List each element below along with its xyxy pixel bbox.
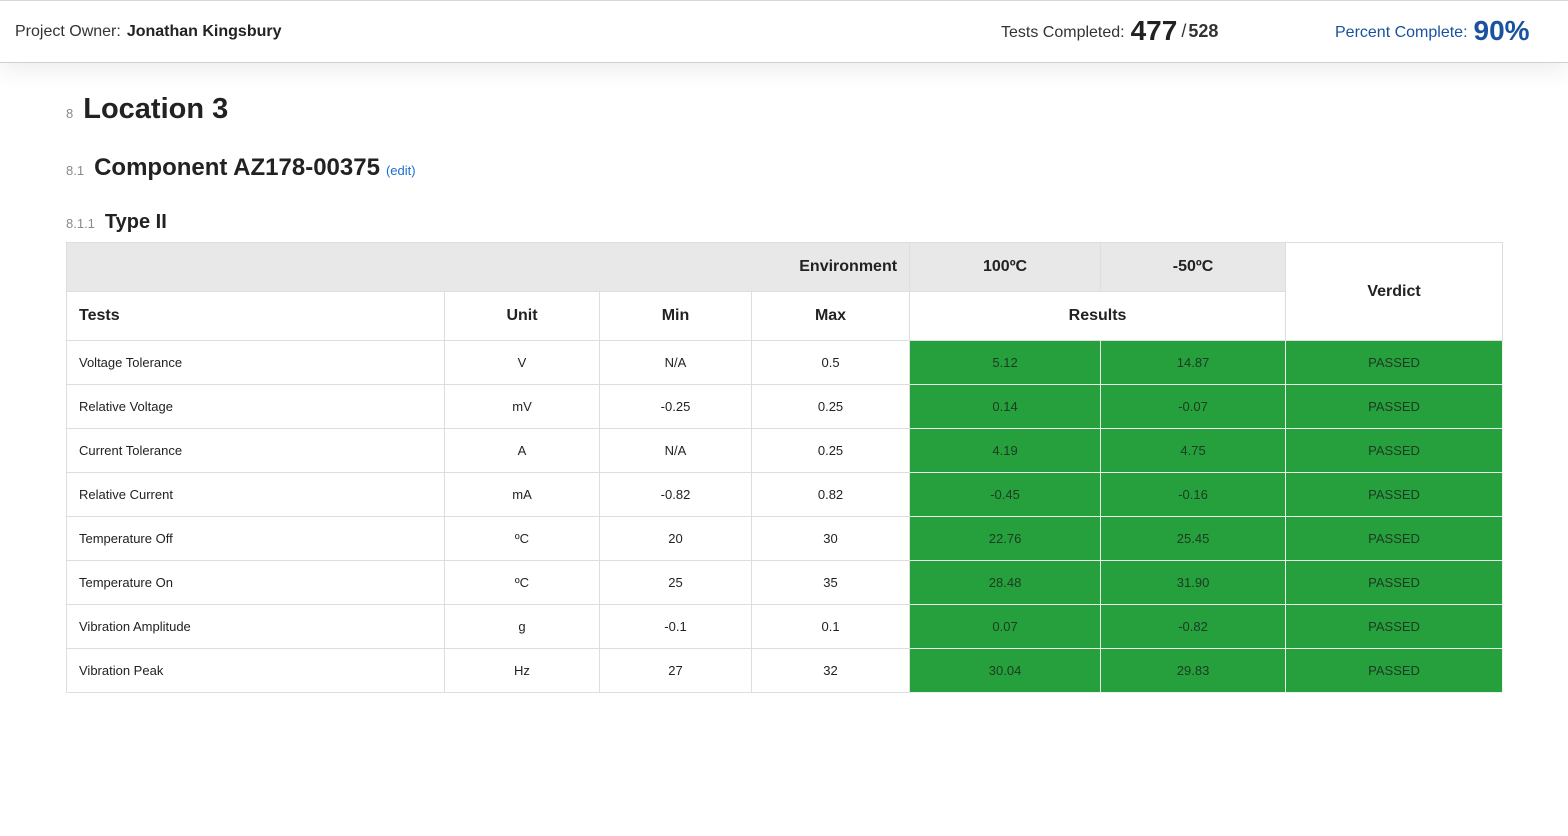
environment-row: Environment 100ºC -50ºC Verdict: [65, 242, 1504, 341]
environment-label: Environment: [65, 242, 911, 292]
min-cell: -0.25: [599, 384, 752, 429]
test-name: Relative Voltage: [66, 384, 445, 429]
table-row: Temperature Off ºC 20 30 22.76 25.45 PAS…: [66, 516, 1504, 561]
max-cell: 0.5: [750, 340, 911, 385]
unit-cell: g: [444, 604, 600, 649]
location-heading: 8 Location 3: [66, 93, 228, 126]
results-table: Environment 100ºC -50ºC Verdict Tests Un…: [65, 242, 1504, 693]
percent-complete-value: 90%: [1473, 15, 1530, 46]
unit-cell: ºC: [444, 516, 600, 561]
results-column-header: Results: [909, 291, 1287, 341]
min-cell: -0.1: [599, 604, 752, 649]
min-cell: 27: [599, 648, 752, 693]
unit-cell: V: [444, 340, 600, 385]
location-title: Location 3: [83, 93, 229, 125]
table-row: Vibration Peak Hz 27 32 30.04 29.83 PASS…: [66, 648, 1504, 693]
verdict-cell: PASSED: [1285, 560, 1504, 605]
verdict-cell: PASSED: [1285, 428, 1504, 473]
max-cell: 30: [750, 516, 911, 561]
tests-completed-label: Tests Completed:: [1001, 24, 1125, 41]
result-minus50-cell: 25.45: [1100, 516, 1287, 561]
max-cell: 0.1: [750, 604, 911, 649]
owner-name: Jonathan Kingsbury: [126, 23, 282, 40]
tests-column-header: Tests: [66, 291, 445, 341]
result-minus50-cell: -0.16: [1100, 472, 1287, 517]
type-section-number: 8.1.1: [66, 216, 95, 231]
min-cell: 25: [599, 560, 752, 605]
result-100-cell: -0.45: [909, 472, 1102, 517]
env-temp-100: 100ºC: [909, 242, 1102, 292]
result-100-cell: 0.14: [909, 384, 1102, 429]
unit-column-header: Unit: [444, 291, 600, 341]
tests-separator: /: [1181, 21, 1187, 41]
table-row: Temperature On ºC 25 35 28.48 31.90 PASS…: [66, 560, 1504, 605]
result-minus50-cell: 31.90: [1100, 560, 1287, 605]
tests-done-count: 477: [1130, 15, 1178, 46]
percent-complete: Percent Complete: 90%: [1335, 15, 1530, 47]
result-100-cell: 4.19: [909, 428, 1102, 473]
table-row: Current Tolerance A N/A 0.25 4.19 4.75 P…: [66, 428, 1504, 473]
result-100-cell: 22.76: [909, 516, 1102, 561]
owner-label: Project Owner:: [15, 23, 121, 40]
table-row: Relative Voltage mV -0.25 0.25 0.14 -0.0…: [66, 384, 1504, 429]
min-cell: 20: [599, 516, 752, 561]
verdict-cell: PASSED: [1285, 384, 1504, 429]
table-row: Voltage Tolerance V N/A 0.5 5.12 14.87 P…: [66, 340, 1504, 385]
unit-cell: Hz: [444, 648, 600, 693]
component-heading: 8.1 Component AZ178-00375 (edit): [66, 154, 416, 182]
table-row: Vibration Amplitude g -0.1 0.1 0.07 -0.8…: [66, 604, 1504, 649]
test-name: Current Tolerance: [66, 428, 445, 473]
min-cell: -0.82: [599, 472, 752, 517]
test-name: Vibration Peak: [66, 648, 445, 693]
test-name: Vibration Amplitude: [66, 604, 445, 649]
verdict-cell: PASSED: [1285, 604, 1504, 649]
unit-cell: A: [444, 428, 600, 473]
component-section-number: 8.1: [66, 163, 85, 178]
test-name: Temperature Off: [66, 516, 445, 561]
tests-completed: Tests Completed: 477/528: [1001, 15, 1218, 47]
table-row: Relative Current mA -0.82 0.82 -0.45 -0.…: [66, 472, 1504, 517]
verdict-cell: PASSED: [1285, 340, 1504, 385]
max-cell: 35: [750, 560, 911, 605]
test-name: Relative Current: [66, 472, 445, 517]
max-cell: 0.25: [750, 384, 911, 429]
type-heading: 8.1.1 Type II: [66, 211, 167, 234]
env-temp-minus50: -50ºC: [1100, 242, 1287, 292]
result-100-cell: 5.12: [909, 340, 1102, 385]
type-title: Type II: [104, 211, 167, 233]
result-minus50-cell: -0.07: [1100, 384, 1287, 429]
test-name: Voltage Tolerance: [66, 340, 445, 385]
min-cell: N/A: [599, 428, 752, 473]
result-minus50-cell: 4.75: [1100, 428, 1287, 473]
max-cell: 0.25: [750, 428, 911, 473]
max-cell: 0.82: [750, 472, 911, 517]
unit-cell: ºC: [444, 560, 600, 605]
result-minus50-cell: -0.82: [1100, 604, 1287, 649]
result-minus50-cell: 29.83: [1100, 648, 1287, 693]
location-section-number: 8: [66, 106, 74, 121]
max-cell: 32: [750, 648, 911, 693]
verdict-cell: PASSED: [1285, 648, 1504, 693]
min-cell: N/A: [599, 340, 752, 385]
min-column-header: Min: [599, 291, 752, 341]
unit-cell: mA: [444, 472, 600, 517]
test-name: Temperature On: [66, 560, 445, 605]
verdict-header: Verdict: [1285, 242, 1504, 341]
component-title: Component AZ178-00375: [94, 154, 380, 181]
tests-total-count: 528: [1188, 21, 1219, 41]
result-100-cell: 0.07: [909, 604, 1102, 649]
project-owner: Project Owner: Jonathan Kingsbury: [15, 23, 282, 41]
edit-component-link[interactable]: (edit): [386, 163, 416, 178]
max-column-header: Max: [750, 291, 911, 341]
status-header: Project Owner: Jonathan Kingsbury Tests C…: [0, 0, 1568, 63]
unit-cell: mV: [444, 384, 600, 429]
percent-complete-label: Percent Complete:: [1335, 24, 1468, 41]
result-minus50-cell: 14.87: [1100, 340, 1287, 385]
result-100-cell: 28.48: [909, 560, 1102, 605]
result-100-cell: 30.04: [909, 648, 1102, 693]
verdict-cell: PASSED: [1285, 472, 1504, 517]
verdict-cell: PASSED: [1285, 516, 1504, 561]
